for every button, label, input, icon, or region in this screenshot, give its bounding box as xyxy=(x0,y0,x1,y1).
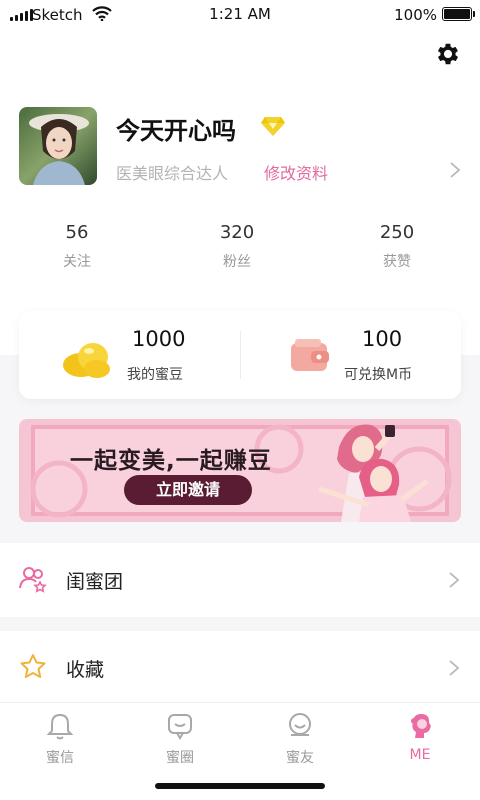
stat-fans[interactable]: 320 粉丝 xyxy=(177,222,297,271)
smile-face-icon xyxy=(289,713,311,736)
stat-label: 粉丝 xyxy=(223,254,251,270)
tab-circle[interactable]: 蜜圈 xyxy=(120,711,240,767)
stat-value: 56 xyxy=(65,222,89,243)
wallet-icon[interactable] xyxy=(289,337,331,375)
menu-item-favorites[interactable]: 收藏 xyxy=(0,631,480,705)
stat-value: 320 xyxy=(219,222,255,243)
menu-item-label: 闺蜜团 xyxy=(66,571,124,593)
tab-label: 蜜信 xyxy=(46,750,74,766)
stat-following[interactable]: 56 关注 xyxy=(17,222,137,271)
chevron-right-icon[interactable] xyxy=(449,161,461,179)
chevron-right-icon xyxy=(449,660,460,676)
avatar[interactable] xyxy=(19,107,97,185)
home-indicator xyxy=(155,783,325,789)
bell-icon xyxy=(46,713,74,740)
invite-banner[interactable]: 一起变美,一起赚豆 立即邀请 xyxy=(19,419,461,522)
beans-value: 1000 xyxy=(132,327,186,351)
stat-label: 获赞 xyxy=(383,254,411,270)
stat-likes[interactable]: 250 获赞 xyxy=(337,222,457,271)
edit-profile-link[interactable]: 修改资料 xyxy=(264,160,328,184)
status-bar: Sketch 1:21 AM 100% xyxy=(0,0,480,30)
section-divider xyxy=(0,617,480,631)
beans-label: 我的蜜豆 xyxy=(127,367,183,383)
tab-label: 蜜友 xyxy=(286,750,314,766)
coins-label: 可兑换M币 xyxy=(344,367,413,383)
battery-percent: 100% xyxy=(394,6,437,24)
stat-label: 关注 xyxy=(63,254,91,270)
menu-item-besties[interactable]: 闺蜜团 xyxy=(0,543,480,617)
friends-icon xyxy=(19,567,47,593)
battery-icon xyxy=(442,7,475,21)
chat-bubble-icon xyxy=(168,714,192,740)
wallet-card: 1000 我的蜜豆 100 可兑换M币 xyxy=(19,311,461,399)
vip-diamond-icon xyxy=(261,117,285,136)
star-icon xyxy=(20,654,46,678)
stat-value: 250 xyxy=(379,222,415,243)
profile-tagline: 医美眼综合达人 xyxy=(116,164,229,183)
invite-button[interactable]: 立即邀请 xyxy=(124,475,252,505)
tab-label: ME xyxy=(409,747,431,763)
tab-friends[interactable]: 蜜友 xyxy=(240,711,360,767)
nickname: 今天开心吗 xyxy=(116,117,236,145)
tab-me[interactable]: ME xyxy=(360,711,480,763)
tab-messages[interactable]: 蜜信 xyxy=(0,711,120,767)
gear-icon[interactable] xyxy=(434,40,462,68)
coins-value: 100 xyxy=(362,327,403,351)
girl-profile-icon xyxy=(411,714,431,738)
menu-item-label: 收藏 xyxy=(66,659,105,681)
stats-row: 56 关注 320 粉丝 250 获赞 xyxy=(0,222,480,278)
divider xyxy=(240,331,241,379)
banner-slogan: 一起变美,一起赚豆 xyxy=(70,448,272,474)
gold-beans-icon[interactable] xyxy=(61,335,113,381)
tab-label: 蜜圈 xyxy=(166,750,194,766)
chevron-right-icon xyxy=(449,572,460,588)
